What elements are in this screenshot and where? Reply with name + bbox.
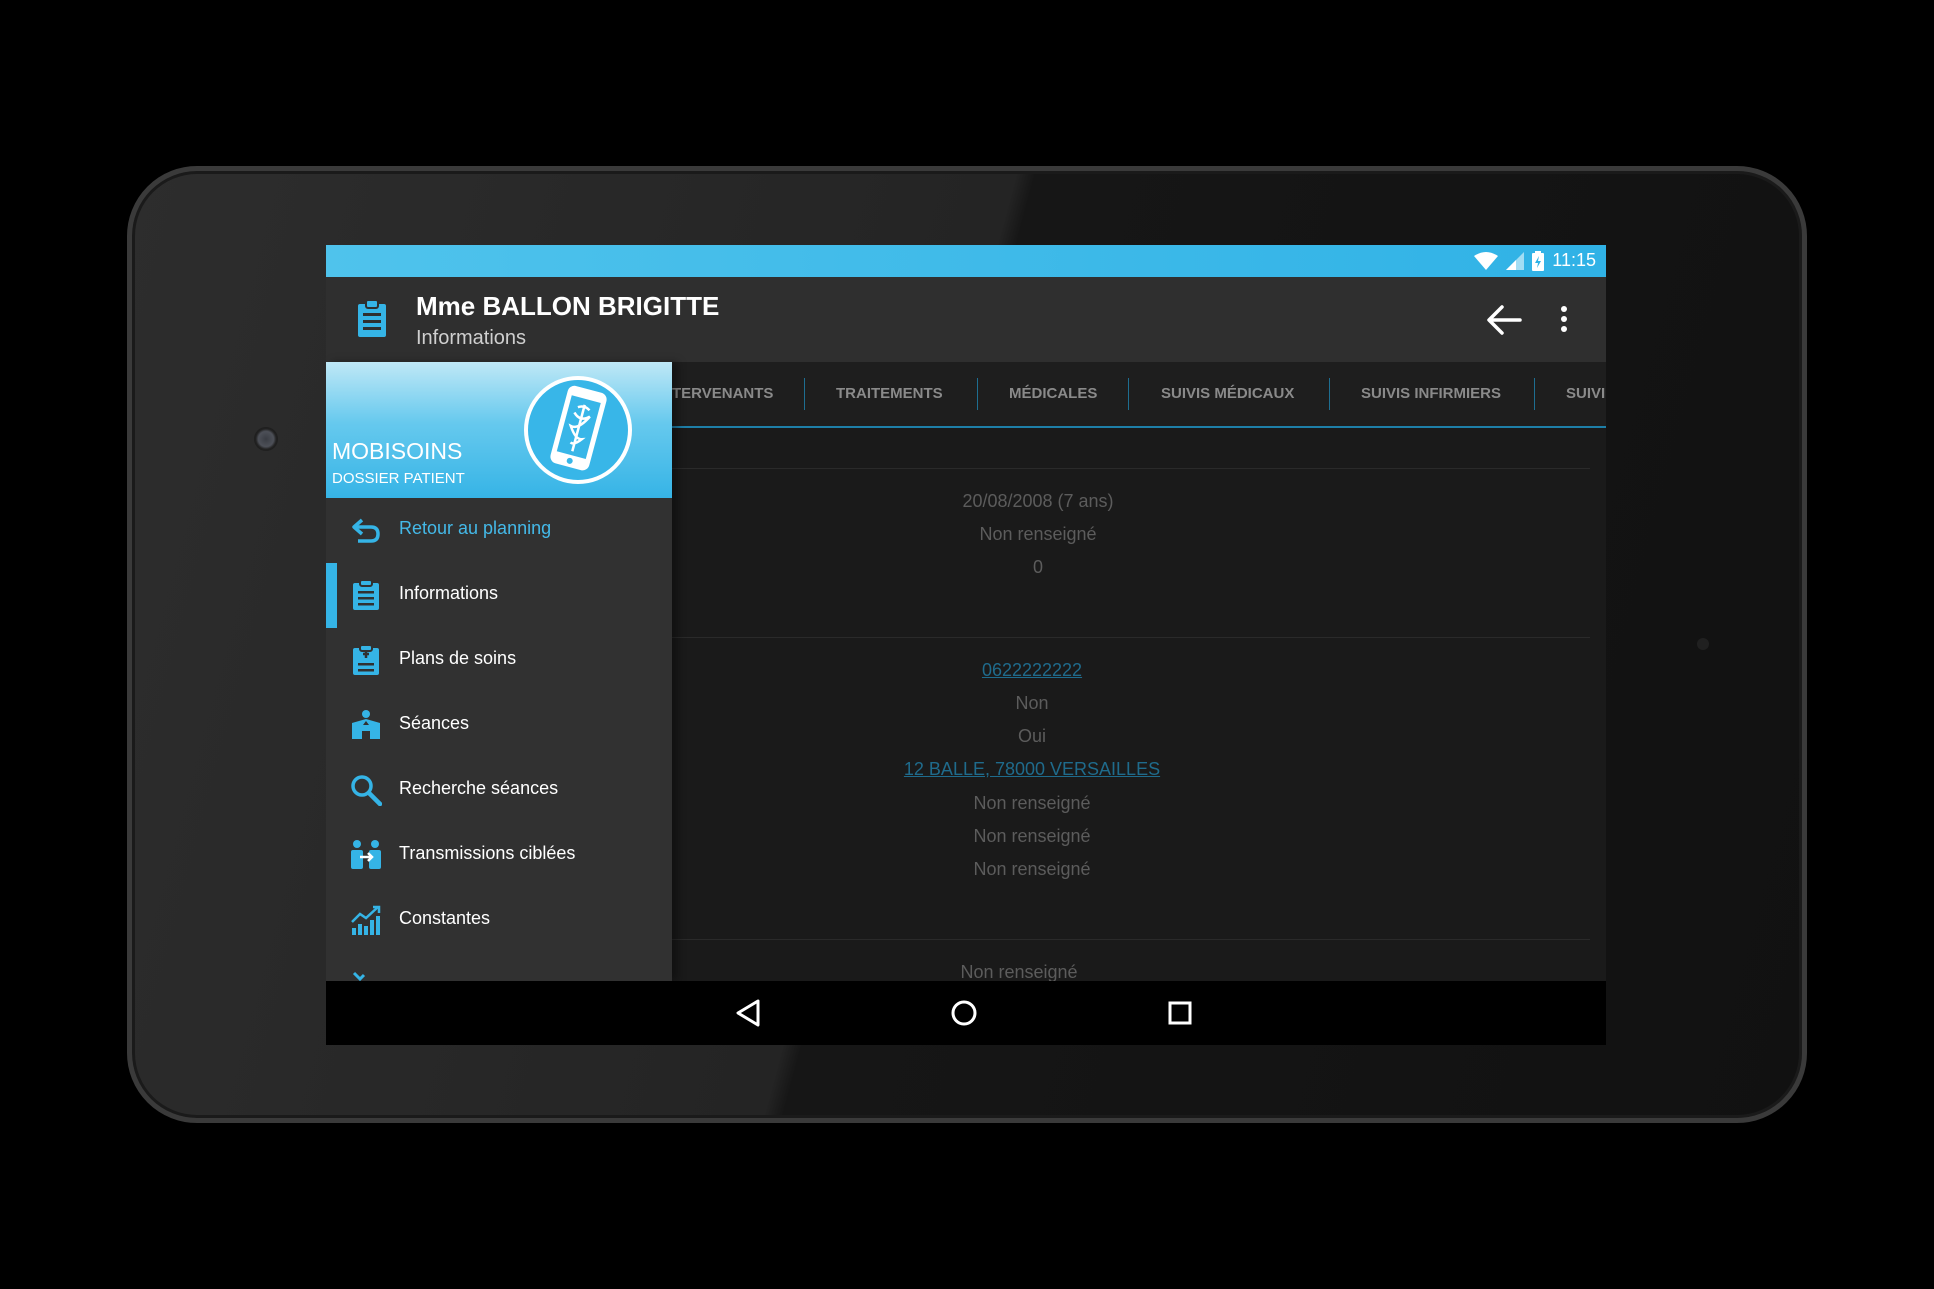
tab-intervenants[interactable]: TERVENANTS [672,362,773,426]
tab-divider [804,378,805,410]
info-value: Non renseigné [979,524,1097,544]
nav-home-icon[interactable] [946,995,982,1031]
menu-item-label: Retour au planning [399,518,552,538]
info-value: Non renseigné [973,826,1091,846]
nav-recents-icon[interactable] [1162,995,1198,1031]
menu-item-retour-planning[interactable]: Retour au planning [326,498,672,563]
screen: 11:15 Mme BALLON BRIGITTE Informations T… [326,245,1606,1045]
tab-divider [1534,378,1535,410]
tab-traitements[interactable]: TRAITEMENTS [836,362,943,426]
chart-icon [351,905,381,935]
phone-link[interactable]: 0622222222 [982,660,1082,681]
return-icon [352,518,380,543]
drawer-header: MOBISOINS DOSSIER PATIENT [326,362,672,498]
page-title: Mme BALLON BRIGITTE [416,291,720,321]
sessions-icon [352,710,380,739]
transmissions-icon [351,840,381,869]
action-bar: Mme BALLON BRIGITTE Informations [326,277,1606,362]
menu-item-label: Transmissions ciblées [399,843,576,863]
sensor [1697,638,1709,650]
nav-back-icon[interactable] [730,995,766,1031]
menu-item-recherche-seances[interactable]: Recherche séances [326,758,672,823]
info-value: Non renseigné [973,793,1091,813]
menu-item-informations[interactable]: Informations [326,563,672,628]
info-value: 0 [1032,557,1044,577]
info-value: Non renseigné [960,962,1078,982]
back-arrow-icon[interactable] [1486,303,1522,337]
menu-item-label: Recherche séances [399,778,559,798]
brand-subtitle: DOSSIER PATIENT [332,470,465,487]
menu-item-seances[interactable]: Séances [326,693,672,758]
tab-medicales[interactable]: MÉDICALES [1009,362,1097,426]
menu-item-label: Constantes [399,908,491,928]
divider [666,939,1590,940]
wifi-icon [1474,251,1499,270]
care-plan-icon [353,644,379,675]
battery-icon [1532,250,1545,271]
menu-item-constantes[interactable]: Constantes [326,888,672,953]
divider [666,468,1590,469]
birth-date-value: 20/08/2008 (7 ans) [962,491,1114,511]
page-subtitle: Informations [416,327,527,349]
menu-item-label: Séances [399,713,470,733]
divider [666,637,1590,638]
tab-divider [1128,378,1129,410]
address-link[interactable]: 12 BALLE, 78000 VERSAILLES [904,759,1160,780]
clipboard-icon [358,299,386,337]
info-value: Non [1015,693,1049,713]
overflow-menu-icon[interactable] [1554,303,1574,337]
info-value: Non renseigné [973,859,1091,879]
signal-icon [1506,251,1525,270]
tab-divider [977,378,978,410]
menu-item-transmissions-ciblees[interactable]: Transmissions ciblées [326,823,672,888]
status-bar: 11:15 [326,245,1606,277]
menu-item-plans-de-soins[interactable]: Plans de soins [326,628,672,693]
tab-divider [1329,378,1330,410]
search-icon [351,775,382,806]
system-nav-bar [326,981,1606,1045]
menu-item-partial[interactable] [326,953,672,981]
tab-suivis-medicaux[interactable]: SUIVIS MÉDICAUX [1161,362,1294,426]
tab-suivi[interactable]: SUIVI [1566,362,1605,426]
menu-item-label: Informations [399,583,499,603]
status-time: 11:15 [1552,250,1596,270]
navigation-drawer: MOBISOINS DOSSIER PATIENT Retour au plan… [326,362,672,981]
camera-icon [254,427,278,451]
mobile-caduceus-logo-icon [524,376,632,484]
clipboard-icon [353,579,379,610]
partial-menu-icon [352,971,366,981]
menu-item-label: Plans de soins [399,648,517,668]
info-value: Oui [1017,726,1047,746]
brand-name: MOBISOINS [332,438,463,464]
tab-suivis-infirmiers[interactable]: SUIVIS INFIRMIERS [1361,362,1501,426]
